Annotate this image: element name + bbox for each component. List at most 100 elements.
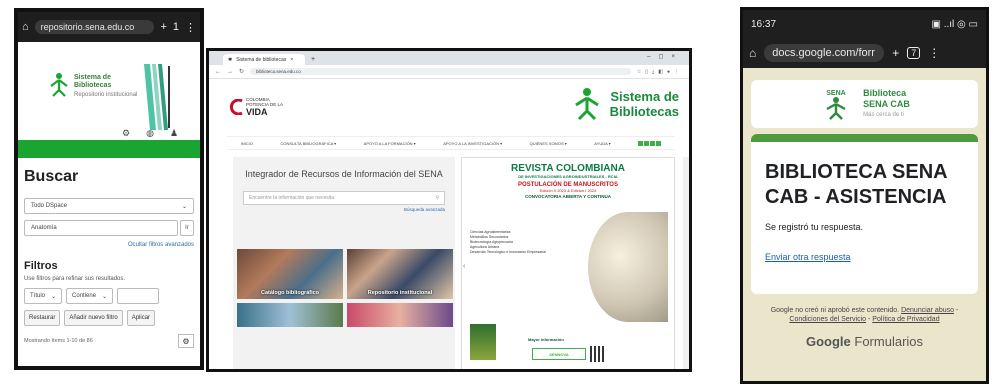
browser-tab-strip: ✱ Sistema de bibliotecas × + –◻×: [209, 51, 689, 65]
chevron-down-icon: ⌄: [181, 203, 187, 210]
scope-select[interactable]: Todo DSpace ⌄: [24, 198, 194, 214]
resource-tiles: Catálogo bibliográfico Repositorio insti…: [237, 249, 453, 327]
form-header-card: SENA Biblioteca SENA CAB Más cerca de ti: [751, 80, 978, 128]
search-input[interactable]: Anatomía: [24, 220, 178, 236]
menu-item-investigacion[interactable]: APOYO A LA INVESTIGACIÓN ▾: [443, 141, 502, 146]
close-tab-icon[interactable]: ×: [290, 57, 293, 63]
google-forms-brand: Google Formularios: [805, 334, 924, 349]
library-logo-text: Biblioteca SENA CAB Más cerca de ti: [863, 87, 910, 118]
form-title: BIBLIOTECA SENA CAB - ASISTENCIA: [765, 161, 947, 208]
browser-tab[interactable]: ✱ Sistema de bibliotecas ×: [223, 54, 305, 65]
petri-dish-image: [588, 212, 668, 322]
chevron-down-icon: ⌄: [102, 293, 108, 300]
chevron-down-icon: ⌄: [51, 293, 57, 300]
home-icon[interactable]: ⌂: [749, 46, 756, 60]
magazine-call: CONVOCATORIA ABIERTA Y CONTINUA: [524, 194, 612, 199]
more-menu-icon[interactable]: ⋮: [928, 46, 940, 60]
social-icons[interactable]: [638, 140, 662, 146]
results-info: Mostrando ítems 1-10 de 86: [24, 338, 93, 344]
search-heading: Buscar: [24, 168, 79, 185]
magazine-cover-image: [470, 324, 496, 360]
filters-help-text: Use filtros para refinar sus resultados.: [24, 276, 126, 282]
sena-logo-icon: [50, 73, 68, 97]
new-tab-icon[interactable]: +: [160, 21, 166, 33]
browser-nav-bar: ← → ↻ biblioteca.sena.edu.co ☆▯⤓◧●⋮: [209, 65, 689, 79]
sena-logo-icon: [574, 88, 599, 121]
page-scrollbar[interactable]: [683, 157, 689, 369]
menu-item-consulta[interactable]: CONSULTA BIBLIOGRÁFICA ▾: [281, 141, 337, 146]
brand-subtitle: Repositorio institucional: [74, 92, 138, 98]
back-icon[interactable]: ←: [215, 69, 221, 75]
restore-button[interactable]: Restaurar: [24, 310, 61, 326]
magazine-editions: Edición II 2023 & Edición I 2024: [539, 188, 597, 193]
form-confirmation-card: BIBLIOTECA SENA CAB - ASISTENCIA Se regi…: [751, 134, 978, 294]
magazine-topics: Ciencias Agroalimentarias Metabolitos Se…: [470, 230, 546, 254]
new-tab-icon[interactable]: +: [892, 46, 899, 60]
magazine-subtitle: DE INVESTIGACIONES AGROINDUSTRIALES - RC…: [518, 174, 618, 179]
integrator-search-input[interactable]: Encuentre la información que necesita ⚲: [243, 191, 445, 205]
clock: 16:37: [751, 18, 777, 30]
filter-operator-select[interactable]: Contiene ⌄: [66, 288, 114, 304]
resource-tile-3[interactable]: [237, 303, 343, 327]
google-form-phone-screenshot: 16:37 ▣ ..ıl ◎ ▭ ⌂ docs.google.com/forr …: [740, 7, 989, 384]
user-icon[interactable]: ♟: [170, 128, 178, 139]
address-bar[interactable]: repositorio.sena.edu.co: [34, 20, 155, 34]
green-nav-bar: [18, 140, 200, 158]
filter-field-select[interactable]: Título ⌄: [24, 288, 63, 304]
privacy-link[interactable]: Política de Privacidad: [872, 316, 939, 323]
colombia-mark-icon: [229, 99, 243, 115]
magazine-banner[interactable]: REVISTA COLOMBIANA DE INVESTIGACIONES AG…: [461, 157, 675, 369]
settings-icon[interactable]: ⚙: [122, 128, 130, 139]
toolbar-icons[interactable]: ☆▯⤓◧●⋮: [637, 69, 683, 75]
svg-text:SENA: SENA: [826, 90, 845, 97]
filter-value-input[interactable]: [117, 288, 160, 304]
carousel-prev-icon[interactable]: ‹: [463, 263, 465, 270]
sennova-logo: SENNOVA: [532, 348, 586, 360]
terms-link[interactable]: Condiciones del Servicio: [789, 316, 866, 323]
hide-advanced-filters-link[interactable]: Ocultar filtros avanzados: [24, 242, 194, 248]
submit-another-response-link[interactable]: Enviar otra respuesta: [765, 252, 964, 262]
language-icon[interactable]: ◍: [146, 128, 154, 139]
menu-item-formacion[interactable]: APOYO A LA FORMACIÓN ▾: [364, 141, 416, 146]
library-website: COLOMBIA POTENCIA DE LA VIDA Sistema de B…: [209, 79, 689, 369]
header-icons: ⚙ ◍ ♟: [122, 128, 178, 139]
repository-tile[interactable]: Repositorio institucional: [347, 249, 453, 299]
resource-tile-4[interactable]: [347, 303, 453, 327]
repository-phone-screenshot: ⌂ repositorio.sena.edu.co + 1 ⋮ Sistema …: [14, 8, 204, 370]
google-disclaimer: Google no creó ni aprobó este contenido.…: [770, 307, 959, 323]
colombia-logo: COLOMBIA POTENCIA DE LA VIDA: [229, 97, 283, 117]
search-icon[interactable]: ⚲: [435, 195, 439, 201]
confirmation-message: Se registró tu respuesta.: [765, 222, 864, 232]
tab-switcher-button[interactable]: 7: [907, 47, 921, 59]
sena-logo-icon: SENA: [826, 90, 846, 120]
add-filter-button[interactable]: Añadir nuevo filtro: [64, 310, 123, 326]
catalog-tile[interactable]: Catálogo bibliográfico: [237, 249, 343, 299]
report-abuse-link[interactable]: Denunciar abuso: [901, 307, 954, 314]
reload-icon[interactable]: ↻: [239, 68, 244, 75]
menu-item-inicio[interactable]: INICIO: [241, 141, 253, 146]
qr-code-icon: [590, 346, 606, 362]
library-desktop-screenshot: ✱ Sistema de bibliotecas × + –◻× ← → ↻ b…: [206, 48, 692, 372]
forward-icon[interactable]: →: [227, 69, 233, 75]
home-icon[interactable]: ⌂: [22, 21, 29, 33]
apply-button[interactable]: Aplicar: [126, 310, 156, 326]
new-tab-icon[interactable]: +: [311, 56, 315, 63]
sena-favicon-icon: ✱: [228, 56, 233, 63]
address-bar[interactable]: docs.google.com/forr: [764, 44, 885, 62]
advanced-search-link[interactable]: Búsqueda avanzada: [233, 207, 445, 212]
brand-title: Sistema de Bibliotecas: [74, 74, 112, 89]
gear-icon[interactable]: ⚙: [178, 334, 194, 348]
magazine-title: REVISTA COLOMBIANA: [511, 163, 625, 174]
more-menu-icon[interactable]: ⋮: [185, 21, 196, 34]
menu-item-quienes-somos[interactable]: QUIÉNES SOMOS ▾: [530, 141, 567, 146]
go-button[interactable]: Ir: [180, 220, 194, 236]
tab-switcher-button[interactable]: 1: [173, 21, 179, 33]
search-section: Buscar Todo DSpace ⌄ Anatomía Ir Ocultar …: [18, 158, 200, 358]
repository-header: Sistema de Bibliotecas Repositorio instit…: [18, 42, 200, 140]
filters-heading: Filtros: [24, 260, 58, 272]
menu-item-ayuda[interactable]: AYUDA ▾: [594, 141, 610, 146]
address-bar[interactable]: biblioteca.sena.edu.co: [250, 68, 631, 75]
window-controls[interactable]: –◻×: [647, 53, 683, 60]
main-menu: INICIO CONSULTA BIBLIOGRÁFICA ▾ APOYO A …: [227, 136, 675, 150]
mobile-browser-toolbar: ⌂ docs.google.com/forr + 7 ⋮: [743, 38, 986, 68]
